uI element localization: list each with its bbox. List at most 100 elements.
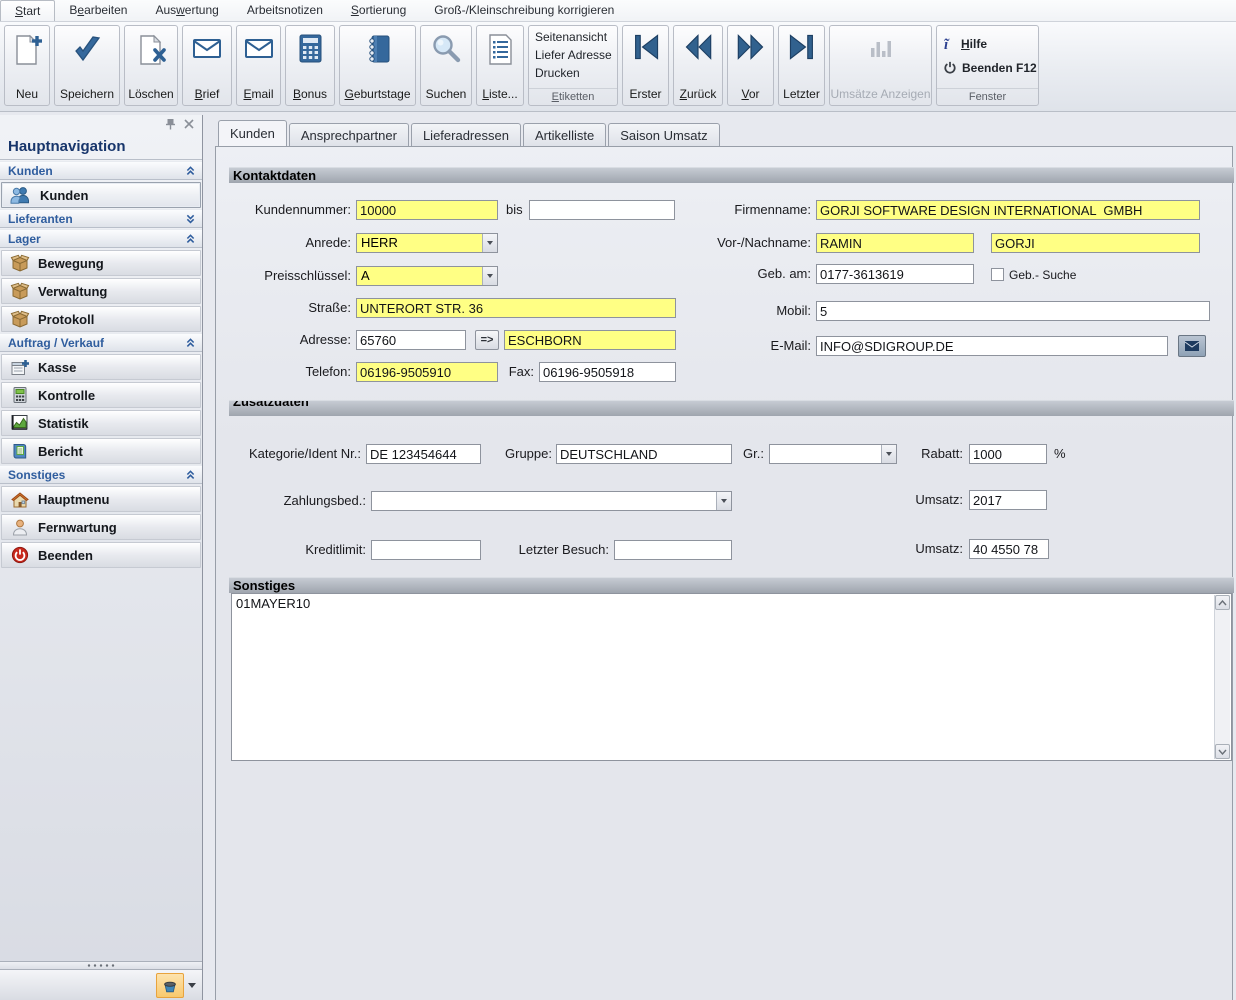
bonus-button[interactable]: Bonus xyxy=(285,25,335,106)
kundennummer-input[interactable] xyxy=(356,200,498,220)
tab-lieferadressen[interactable]: Lieferadressen xyxy=(410,123,521,146)
chevron-up-icon xyxy=(185,469,196,480)
chevron-down-icon[interactable] xyxy=(881,445,896,463)
sonstiges-textarea[interactable]: 01MAYER10 xyxy=(231,593,1232,761)
gruppe-input[interactable] xyxy=(556,444,732,464)
gr-combobox[interactable] xyxy=(769,444,897,464)
letter-button[interactable]: Brief xyxy=(182,25,232,106)
sidebar-group-lieferanten[interactable]: Lieferanten xyxy=(0,209,202,228)
notes-scrollbar[interactable] xyxy=(1214,595,1230,759)
print-button[interactable]: Drucken xyxy=(529,64,617,82)
anrede-combobox[interactable]: HERR xyxy=(356,233,498,253)
adresse-label: Adresse: xyxy=(299,332,351,347)
plz-input[interactable] xyxy=(356,330,466,350)
bucket-icon-button[interactable] xyxy=(156,972,184,998)
tab-artikelliste[interactable]: Artikelliste xyxy=(522,123,607,146)
home-icon xyxy=(10,490,30,508)
fax-input[interactable] xyxy=(539,362,676,382)
email-button[interactable]: Email xyxy=(236,25,281,106)
scroll-up-button[interactable] xyxy=(1215,595,1230,610)
sidebar-item-kunden[interactable]: Kunden xyxy=(1,182,201,208)
tab-kunden[interactable]: Kunden xyxy=(218,120,287,146)
kategorie-input[interactable] xyxy=(366,444,481,464)
vorname-input[interactable] xyxy=(816,233,974,253)
umsatz-jahr-input[interactable] xyxy=(969,490,1047,510)
sidebar-group-lager[interactable]: Lager xyxy=(0,229,202,248)
chevron-down-icon[interactable] xyxy=(482,267,497,285)
box-icon xyxy=(10,282,30,300)
letzter-besuch-input[interactable] xyxy=(614,540,732,560)
send-email-button[interactable] xyxy=(1178,335,1206,357)
firmenname-input[interactable] xyxy=(816,200,1200,220)
sidebar-group-sonstiges[interactable]: Sonstiges xyxy=(0,465,202,484)
new-button[interactable]: Neu xyxy=(4,25,50,106)
delivery-address-button[interactable]: Liefer Adresse xyxy=(529,46,617,64)
birthdays-button[interactable]: Geburtstage xyxy=(339,25,416,106)
help-button[interactable]: ĩ Hilfe xyxy=(937,28,1038,53)
save-button[interactable]: Speichern xyxy=(54,25,120,106)
kreditlimit-input[interactable] xyxy=(371,540,481,560)
sidebar-item-bericht[interactable]: Bericht xyxy=(1,438,201,464)
rabatt-input[interactable] xyxy=(969,444,1047,464)
sidebar-item-bewegung[interactable]: Bewegung xyxy=(1,250,201,276)
preisschluessel-combobox[interactable]: A xyxy=(356,266,498,286)
tab-saison-umsatz[interactable]: Saison Umsatz xyxy=(608,123,720,146)
list-button[interactable]: Liste... xyxy=(476,25,524,106)
geb-suche-checkbox[interactable] xyxy=(991,268,1004,281)
search-button[interactable]: Suchen xyxy=(420,25,472,106)
sidebar-navigation: Hauptnavigation Kunden Kunden Lieferante… xyxy=(0,115,203,1000)
svg-text:ĩ: ĩ xyxy=(944,37,950,51)
calculator-icon xyxy=(295,32,325,66)
customer-form-panel: Kontaktdaten Kundennummer: bis Firmennam… xyxy=(215,146,1234,1000)
delete-button[interactable]: Löschen xyxy=(124,25,178,106)
chevron-down-icon[interactable] xyxy=(188,982,196,988)
scroll-down-button[interactable] xyxy=(1215,744,1230,759)
close-icon[interactable] xyxy=(184,119,194,129)
sidebar-splitter[interactable] xyxy=(0,961,202,970)
sidebar-item-statistik[interactable]: Statistik xyxy=(1,410,201,436)
sidebar-item-beenden[interactable]: Beenden xyxy=(1,542,201,568)
sidebar-item-kasse[interactable]: Kasse xyxy=(1,354,201,380)
sidebar-item-hauptmenu[interactable]: Hauptmenu xyxy=(1,486,201,512)
menu-item-arbeitsnotizen[interactable]: Arbeitsnotizen xyxy=(233,0,337,21)
report-book-icon xyxy=(10,442,30,460)
previous-record-button[interactable]: Zurück xyxy=(673,25,723,106)
geburtstag-input[interactable] xyxy=(816,264,974,284)
sidebar-item-verwaltung[interactable]: Verwaltung xyxy=(1,278,201,304)
sidebar-group-auftrag-verkauf[interactable]: Auftrag / Verkauf xyxy=(0,333,202,352)
bis-label: bis xyxy=(506,202,523,217)
chevron-down-icon[interactable] xyxy=(716,492,731,510)
sidebar-empty-area xyxy=(0,568,202,961)
power-icon xyxy=(943,61,957,75)
telefon-input[interactable] xyxy=(356,362,498,382)
plz-lookup-button[interactable]: => xyxy=(475,330,499,350)
mobil-input[interactable] xyxy=(816,301,1210,321)
first-record-button[interactable]: Erster xyxy=(622,25,669,106)
menu-item-auswertung[interactable]: Auswertung xyxy=(141,0,232,21)
menu-item-gross-klein[interactable]: Groß-/Kleinschreibung korrigieren xyxy=(420,0,628,21)
chevron-down-icon[interactable] xyxy=(482,234,497,252)
page-preview-button[interactable]: Seitenansicht xyxy=(529,28,617,46)
menu-item-start[interactable]: Start xyxy=(0,0,56,21)
kundennummer-label: Kundennummer: xyxy=(254,202,351,217)
email-input[interactable] xyxy=(816,336,1168,356)
sidebar-bottom-bar xyxy=(0,970,202,1000)
pin-icon[interactable] xyxy=(165,118,176,130)
nachname-input[interactable] xyxy=(991,233,1200,253)
last-record-button[interactable]: Letzter xyxy=(778,25,825,106)
power-off-icon xyxy=(10,546,30,564)
list-page-icon xyxy=(485,32,515,66)
menu-item-bearbeiten[interactable]: Bearbeiten xyxy=(55,0,141,21)
sidebar-group-kunden[interactable]: Kunden xyxy=(0,161,202,180)
sidebar-item-fernwartung[interactable]: Fernwartung xyxy=(1,514,201,540)
strasse-input[interactable] xyxy=(356,298,676,318)
sidebar-item-protokoll[interactable]: Protokoll xyxy=(1,306,201,332)
sidebar-item-kontrolle[interactable]: Kontrolle xyxy=(1,382,201,408)
next-record-button[interactable]: Vor xyxy=(727,25,774,106)
notebook-icon xyxy=(363,32,393,66)
zahlungsbed-combobox[interactable] xyxy=(371,491,732,511)
menu-item-sortierung[interactable]: Sortierung xyxy=(337,0,420,21)
exit-button[interactable]: Beenden F12 xyxy=(937,53,1038,77)
umsatz-input[interactable] xyxy=(969,539,1049,559)
tab-ansprechpartner[interactable]: Ansprechpartner xyxy=(288,123,409,146)
